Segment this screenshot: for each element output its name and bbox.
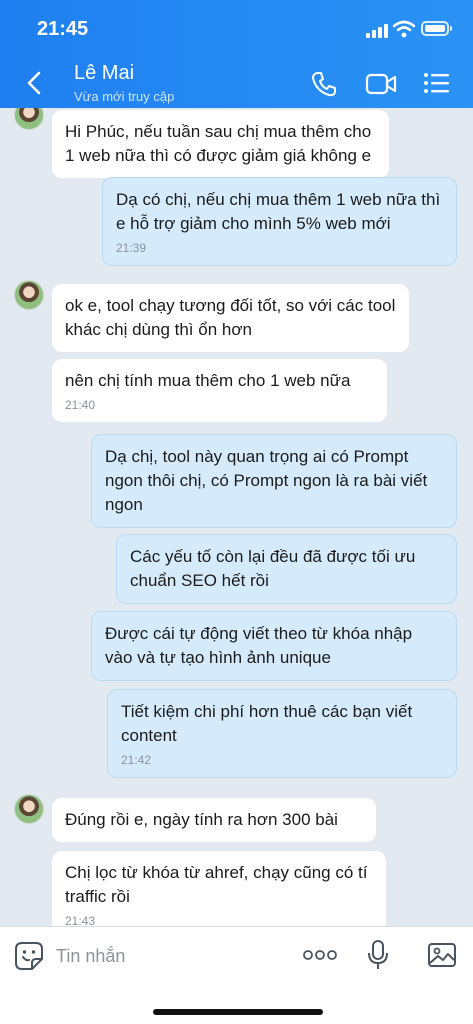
avatar[interactable]: [14, 794, 44, 824]
message-bubble[interactable]: Đúng rồi e, ngày tính ra hơn 300 bài: [52, 798, 376, 842]
message-time: 21:39: [116, 241, 147, 255]
more-dots-icon[interactable]: [303, 949, 337, 961]
message-text: Đúng rồi e, ngày tính ra hơn 300 bài: [65, 810, 338, 829]
wifi-icon: [393, 20, 415, 38]
phone-icon[interactable]: [310, 70, 338, 98]
video-camera-icon[interactable]: [365, 72, 397, 96]
message-bubble[interactable]: Hi Phúc, nếu tuần sau chị mua thêm cho 1…: [52, 110, 389, 178]
home-indicator: [153, 1009, 323, 1015]
message-bubble[interactable]: Chị lọc từ khóa từ ahref, chạy cũng có t…: [52, 851, 386, 926]
chevron-left-icon[interactable]: [24, 70, 46, 96]
message-text: Tiết kiệm chi phí hơn thuê các bạn viết …: [121, 702, 413, 745]
contact-name[interactable]: Lê Mai: [74, 62, 134, 85]
top-bar: 21:45 Lê Mai Vừa mới truy cập: [0, 0, 473, 108]
message-bubble[interactable]: Dạ có chị, nếu chị mua thêm 1 web nữa th…: [102, 177, 457, 266]
avatar[interactable]: [14, 280, 44, 310]
message-text: Được cái tự động viết theo từ khóa nhập …: [105, 624, 413, 667]
message-text: ok e, tool chạy tương đối tốt, so với cá…: [65, 296, 396, 339]
message-bubble[interactable]: Các yếu tố còn lại đều đã được tối ưu ch…: [116, 534, 457, 604]
message-time: 21:42: [121, 753, 152, 767]
list-menu-icon[interactable]: [423, 72, 450, 94]
message-list[interactable]: Hi Phúc, nếu tuần sau chị mua thêm cho 1…: [0, 108, 473, 926]
message-bubble[interactable]: nên chị tính mua thêm cho 1 web nữa 21:4…: [52, 359, 387, 422]
signal-icon: [366, 24, 388, 38]
message-bubble[interactable]: Dạ chị, tool này quan trọng ai có Prompt…: [91, 434, 457, 528]
battery-icon: [421, 21, 452, 36]
message-input[interactable]: [56, 941, 286, 971]
contact-status: Vừa mới truy cập: [74, 89, 175, 104]
microphone-icon[interactable]: [366, 939, 390, 971]
message-text: nên chị tính mua thêm cho 1 web nữa: [65, 371, 351, 390]
message-text: Hi Phúc, nếu tuần sau chị mua thêm cho 1…: [65, 122, 372, 165]
message-bubble[interactable]: Tiết kiệm chi phí hơn thuê các bạn viết …: [107, 689, 457, 778]
message-time: 21:40: [65, 398, 96, 412]
image-gallery-icon[interactable]: [427, 941, 457, 969]
smiley-sticker-icon[interactable]: [14, 941, 44, 971]
message-text: Các yếu tố còn lại đều đã được tối ưu ch…: [130, 547, 416, 590]
message-bubble[interactable]: ok e, tool chạy tương đối tốt, so với cá…: [52, 284, 409, 352]
message-time: 21:43: [65, 914, 96, 926]
message-bubble[interactable]: Được cái tự động viết theo từ khóa nhập …: [91, 611, 457, 681]
avatar[interactable]: [14, 108, 44, 130]
message-text: Dạ có chị, nếu chị mua thêm 1 web nữa th…: [116, 190, 441, 233]
message-text: Dạ chị, tool này quan trọng ai có Prompt…: [105, 447, 428, 514]
status-time: 21:45: [37, 18, 89, 40]
message-text: Chị lọc từ khóa từ ahref, chạy cũng có t…: [65, 863, 368, 906]
